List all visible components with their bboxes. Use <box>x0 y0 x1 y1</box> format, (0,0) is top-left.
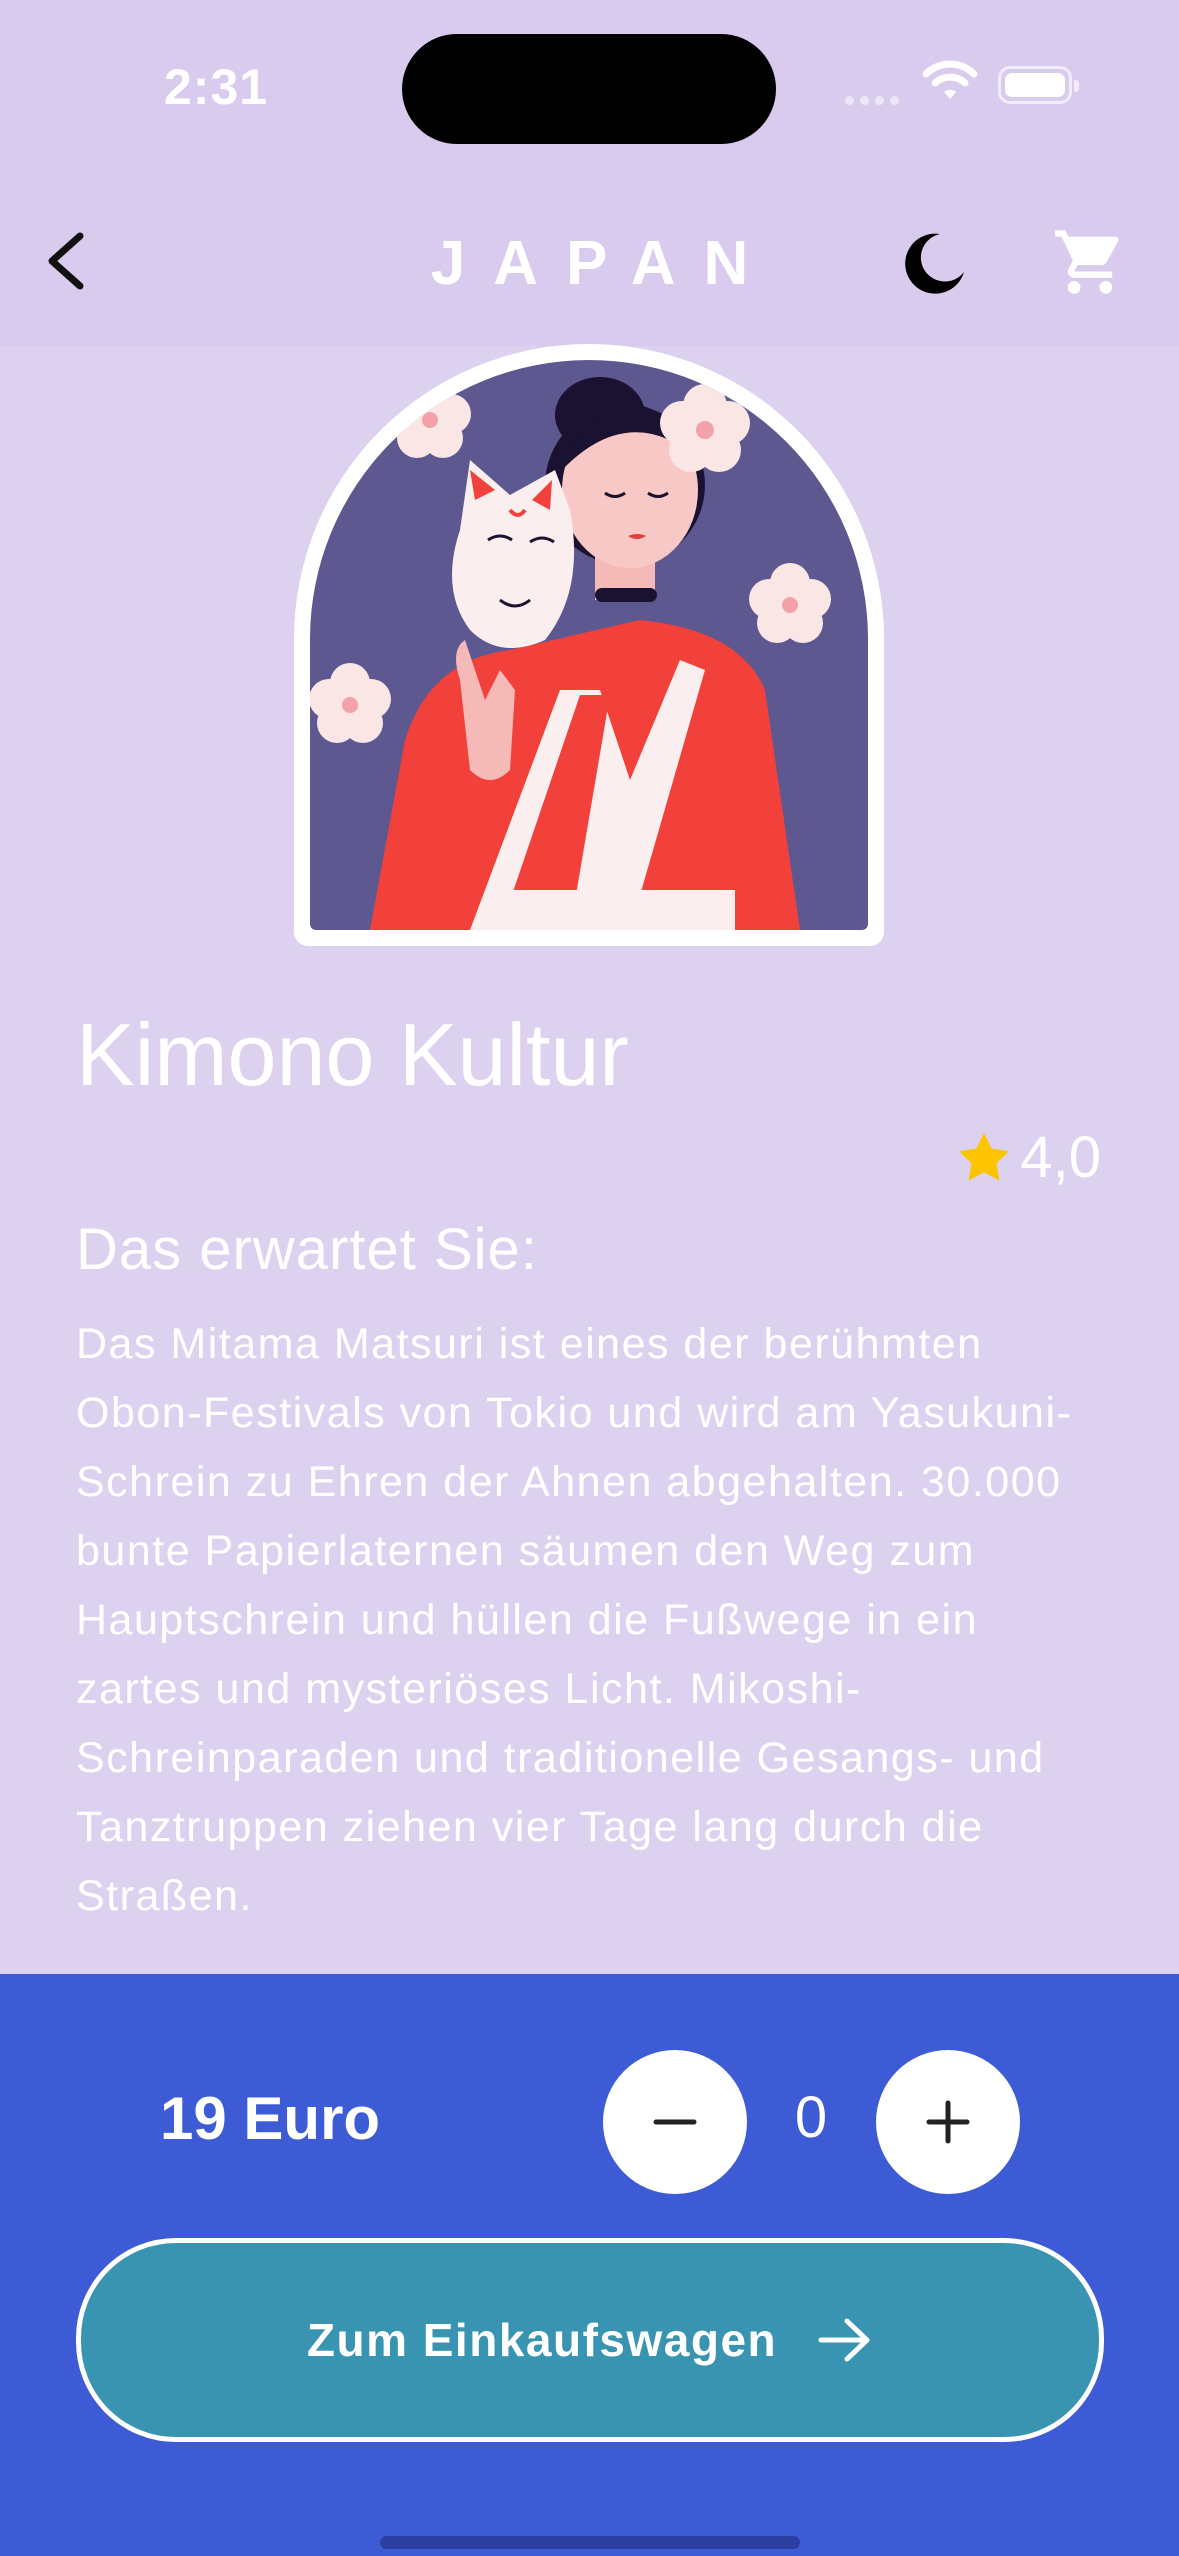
price: 19 Euro <box>160 2085 381 2152</box>
rating-value: 4,0 <box>1020 1125 1101 1190</box>
wifi-icon <box>922 60 978 99</box>
moon-icon[interactable] <box>900 228 970 298</box>
purchase-panel: 19 Euro 0 Zum Einkaufswagen <box>0 1974 1179 2556</box>
section-heading: Das erwartet Sie: <box>76 1217 538 1282</box>
home-indicator[interactable] <box>380 2536 800 2549</box>
decrease-quantity-button[interactable] <box>603 2050 747 2194</box>
plus-icon <box>926 2100 970 2144</box>
add-to-cart-button[interactable]: Zum Einkaufswagen <box>76 2238 1104 2442</box>
signal-icon <box>845 96 899 105</box>
status-bar: 2:31 <box>0 0 1179 180</box>
battery-icon <box>998 66 1079 104</box>
dynamic-island <box>402 34 776 144</box>
add-to-cart-label: Zum Einkaufswagen <box>306 2314 778 2366</box>
rating: 4,0 <box>954 1124 1101 1191</box>
quantity-value: 0 <box>794 2085 828 2150</box>
product-description: Das Mitama Matsuri ist eines der berühmt… <box>76 1320 1073 1920</box>
status-time: 2:31 <box>164 59 269 115</box>
star-icon <box>959 1132 1010 1181</box>
top-nav-bar: JAPAN <box>0 180 1179 346</box>
minus-icon <box>653 2119 697 2125</box>
arrow-right-icon <box>818 2318 870 2362</box>
page-title: JAPAN <box>430 229 777 298</box>
kimono-illustration <box>310 360 868 930</box>
cart-icon[interactable] <box>1052 224 1128 300</box>
product-title: Kimono Kultur <box>76 1005 629 1104</box>
increase-quantity-button[interactable] <box>876 2050 1020 2194</box>
